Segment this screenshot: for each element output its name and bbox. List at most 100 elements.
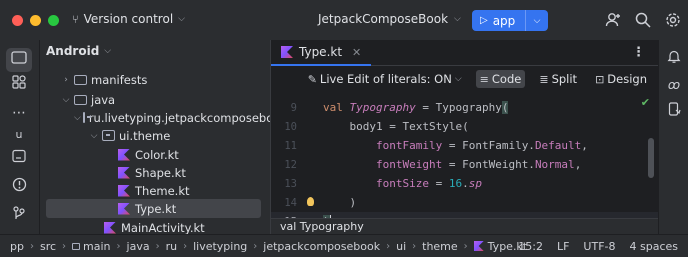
project-selector[interactable]: JetpackComposeBook ⌵ (318, 12, 461, 26)
code-text: fontWeight = FontWeight.Normal, (375, 158, 582, 171)
breadcrumb-item[interactable]: src (40, 240, 56, 253)
chevron-down-icon[interactable]: ⌵ (88, 131, 100, 141)
tree-item-label: Shape.kt (135, 165, 186, 180)
line-number: 11 (284, 139, 297, 152)
zoom-window-button[interactable] (48, 14, 59, 26)
project-name: JetpackComposeBook (318, 12, 449, 26)
tree-item-shape-kt[interactable]: Shape.kt (40, 163, 270, 182)
code-text: ) (323, 196, 357, 209)
more-actions-icon[interactable]: ⋮ (632, 45, 645, 60)
tree-item-java[interactable]: ⌵ java (40, 90, 270, 109)
code-text: body1 = TextStyle( (323, 120, 469, 133)
editor-breadcrumb-hint[interactable]: val Typography (271, 218, 659, 234)
chevron-right-icon[interactable]: › (60, 75, 72, 85)
run-config-main[interactable]: ▷ app (472, 10, 526, 31)
indent-setting[interactable]: 4 spaces (630, 240, 679, 253)
code-view-icon: ≡ (479, 72, 489, 86)
tree-item-manifests[interactable]: › manifests (40, 70, 270, 89)
view-mode-design[interactable]: ⊡ Design (591, 70, 651, 88)
tree-item-type-kt[interactable]: Type.kt (46, 199, 261, 218)
git-icon[interactable] (8, 206, 30, 228)
breadcrumb-item[interactable]: jetpackcomposebook (263, 240, 380, 253)
design-view-icon: ⊡ (595, 72, 605, 86)
tab-label: Type.kt (299, 45, 343, 59)
search-icon[interactable] (634, 11, 652, 29)
tree-item-label: manifests (91, 72, 148, 87)
chevron-right-icon: › (62, 240, 67, 252)
project-view-selector[interactable]: Android ⌵ (46, 44, 111, 58)
close-window-button[interactable] (12, 14, 23, 26)
breadcrumb-item[interactable]: java (127, 240, 150, 253)
breadcrumb-item[interactable]: livetyping (193, 240, 247, 253)
structure-icon[interactable]: u (8, 124, 30, 146)
code-line: 13 fontSize = 16.sp (271, 174, 659, 193)
project-view-title: Android (46, 44, 100, 58)
run-config-dropdown[interactable]: ⌵ (526, 16, 548, 26)
tree-item-ui-theme[interactable]: ⌵ ui.theme (40, 126, 270, 145)
view-mode-split[interactable]: ≣ Split (535, 70, 581, 88)
line-number: 14 (284, 196, 297, 209)
chevron-down-icon: ⌵ (454, 14, 461, 24)
breadcrumb-item[interactable]: main (83, 240, 110, 253)
intention-bulb-icon[interactable] (305, 196, 315, 209)
gemini-assistant-icon[interactable]: ꝏ (665, 76, 683, 94)
code-line: 12 fontWeight = FontWeight.Normal, (271, 155, 659, 174)
chevron-right-icon: › (386, 240, 391, 252)
breadcrumb-item[interactable]: ru (166, 240, 178, 253)
tree-item-color-kt[interactable]: Color.kt (40, 145, 270, 164)
code-line: 9 val Typography = Typography( (271, 98, 659, 117)
breadcrumb-item[interactable]: theme (422, 240, 458, 253)
editor-scrollbar[interactable] (648, 138, 654, 178)
line-number: 10 (284, 120, 297, 133)
version-control-label: Version control (83, 12, 174, 26)
view-mode-label: Design (607, 72, 647, 86)
minimize-window-button[interactable] (30, 14, 41, 26)
breadcrumb-item[interactable]: ui (396, 240, 406, 253)
chevron-down-icon[interactable]: ⌵ (60, 95, 72, 105)
caret-position[interactable]: 15:2 (518, 240, 543, 253)
settings-gear-icon[interactable] (664, 11, 682, 29)
file-encoding[interactable]: UTF-8 (583, 240, 615, 253)
code-line: 10 body1 = TextStyle( (271, 117, 659, 136)
branch-icon: ⑂ (72, 12, 79, 26)
resource-manager-icon[interactable] (8, 74, 30, 96)
kotlin-file-icon (118, 148, 130, 161)
code-text: fontFamily = FontFamily.Default, (375, 139, 588, 152)
tree-item-theme-kt[interactable]: Theme.kt (40, 181, 270, 200)
editor-tab-bar: Type.kt ✕ ⋮ (271, 40, 659, 66)
add-user-icon[interactable] (604, 11, 622, 29)
device-manager-icon[interactable] (665, 102, 683, 120)
live-edit-label: Live Edit of literals: ON (319, 72, 452, 86)
line-number: 13 (284, 177, 297, 190)
live-edit-toggle[interactable]: ✎ Live Edit of literals: ON ⌵ (304, 70, 466, 88)
folder-icon (74, 94, 87, 105)
status-widgets: 15:2 LF UTF-8 4 spaces (518, 235, 678, 257)
package-icon (102, 130, 115, 141)
run-configuration-button[interactable]: ▷ app ⌵ (472, 10, 548, 31)
line-separator[interactable]: LF (557, 240, 569, 253)
project-folder-icon[interactable] (6, 48, 32, 72)
chevron-down-icon: ⌵ (178, 14, 185, 24)
notifications-bell-icon[interactable] (665, 49, 683, 67)
terminal-icon[interactable] (8, 148, 30, 170)
close-tab-icon[interactable]: ✕ (352, 46, 361, 59)
tree-item-package-root[interactable]: ⌵ ru.livetyping.jetpackcomposebook (40, 108, 270, 127)
view-mode-code[interactable]: ≡ Code (475, 70, 526, 88)
code-editor[interactable]: 9 val Typography = Typography( 10 body1 … (271, 98, 659, 231)
chevron-right-icon: › (116, 240, 121, 252)
version-control-widget[interactable]: ⑂ Version control ⌵ (72, 12, 185, 26)
problems-icon[interactable] (8, 177, 30, 199)
editor-area: Type.kt ✕ ⋮ ✎ Live Edit of literals: ON … (270, 40, 659, 234)
tree-item-mainactivity-kt[interactable]: MainActivity.kt (40, 218, 270, 234)
chevron-right-icon: › (183, 240, 188, 252)
chevron-right-icon: › (155, 240, 160, 252)
chevron-right-icon: › (463, 240, 468, 252)
more-tools-icon[interactable]: ⋯ (8, 102, 30, 124)
chevron-right-icon: › (253, 240, 258, 252)
breadcrumb-item[interactable]: pp (10, 240, 24, 253)
chevron-down-icon[interactable]: ⌵ (74, 113, 81, 123)
kotlin-file-icon (281, 46, 293, 58)
kotlin-file-icon (473, 241, 484, 251)
editor-tab-type-kt[interactable]: Type.kt ✕ (271, 40, 372, 66)
line-number: 9 (290, 101, 297, 114)
